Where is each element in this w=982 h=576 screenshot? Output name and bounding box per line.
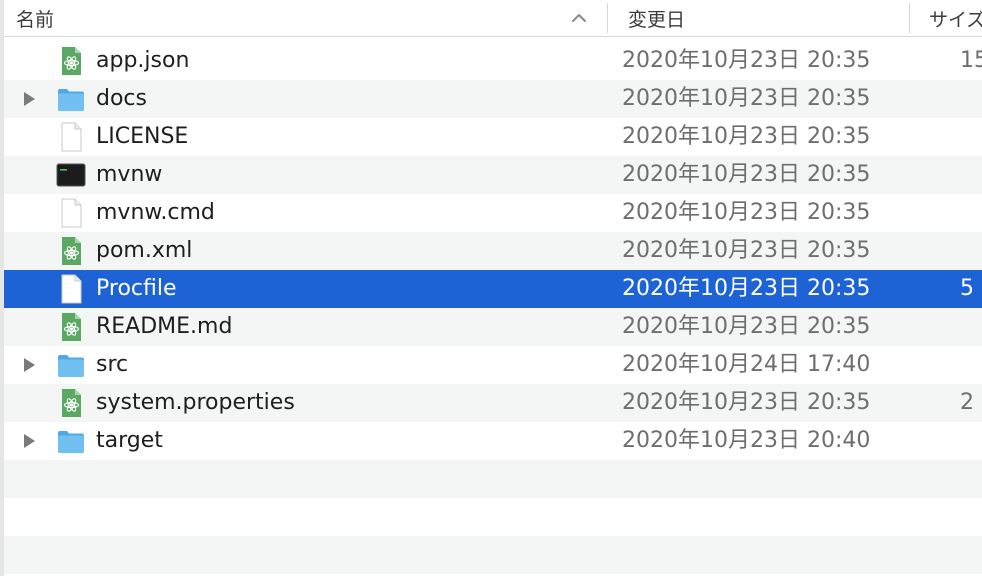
folder-row[interactable]: docs 2020年10月23日 20:35 [4, 80, 982, 118]
blank-document-icon [61, 198, 82, 228]
file-name: pom.xml [96, 238, 193, 263]
atom-file-icon [62, 237, 81, 265]
column-header-date-label: 変更日 [628, 8, 686, 31]
column-header-bar: 名前 変更日 サイズ [4, 0, 982, 37]
folder-row[interactable]: target 2020年10月23日 20:40 [4, 422, 982, 460]
file-name: docs [96, 86, 147, 111]
file-row-selected[interactable]: Procfile 2020年10月23日 20:35 5 [4, 270, 982, 308]
file-date: 2020年10月23日 20:35 [622, 238, 871, 263]
column-header-size-label: サイズ [929, 8, 982, 31]
file-row[interactable]: LICENSE 2020年10月23日 20:35 [4, 118, 982, 156]
file-date: 2020年10月23日 20:35 [622, 48, 871, 73]
file-row[interactable]: mvnw.cmd 2020年10月23日 20:35 [4, 194, 982, 232]
file-date: 2020年10月23日 20:35 [622, 200, 871, 225]
file-list: app.json 2020年10月23日 20:35 15 docs 2020年… [4, 42, 982, 574]
file-size: 5 [960, 276, 974, 301]
terminal-executable-icon [56, 163, 86, 187]
column-header-name[interactable]: 名前 [16, 0, 604, 36]
file-name: mvnw [96, 162, 163, 187]
disclosure-triangle-icon[interactable] [20, 90, 38, 108]
file-date: 2020年10月23日 20:35 [622, 314, 871, 339]
atom-file-icon [62, 47, 81, 75]
column-header-date[interactable]: 変更日 [628, 0, 898, 36]
blank-document-icon [61, 274, 82, 304]
file-date: 2020年10月24日 17:40 [622, 352, 871, 377]
folder-icon [58, 89, 84, 111]
file-size: 2 [960, 390, 974, 415]
folder-icon [58, 431, 84, 453]
column-header-size[interactable]: サイズ [929, 0, 982, 36]
finder-list-view: 名前 変更日 サイズ app.json 2020年10月23日 20:35 1 … [0, 0, 982, 576]
blank-document-icon [61, 122, 82, 152]
file-row[interactable]: README.md 2020年10月23日 20:35 [4, 308, 982, 346]
folder-icon [58, 355, 84, 377]
column-divider[interactable] [607, 3, 608, 33]
disclosure-triangle-icon[interactable] [20, 432, 38, 450]
file-date: 2020年10月23日 20:40 [622, 428, 871, 453]
file-name: README.md [96, 314, 233, 339]
file-name: target [96, 428, 163, 453]
file-date: 2020年10月23日 20:35 [622, 124, 871, 149]
file-name: Procfile [96, 276, 177, 301]
file-date: 2020年10月23日 20:35 [622, 276, 871, 301]
empty-row [4, 498, 982, 536]
atom-file-icon [62, 313, 81, 341]
file-name: mvnw.cmd [96, 200, 215, 225]
file-name: system.properties [96, 390, 295, 415]
sort-ascending-icon[interactable] [570, 9, 588, 27]
file-row[interactable]: system.properties 2020年10月23日 20:35 2 [4, 384, 982, 422]
column-header-name-label: 名前 [16, 8, 55, 31]
file-row[interactable]: mvnw 2020年10月23日 20:35 [4, 156, 982, 194]
file-size: 15 [960, 48, 982, 73]
file-date: 2020年10月23日 20:35 [622, 162, 871, 187]
atom-file-icon [62, 389, 81, 417]
empty-row [4, 460, 982, 498]
folder-row[interactable]: src 2020年10月24日 17:40 [4, 346, 982, 384]
column-divider[interactable] [909, 3, 910, 33]
file-row[interactable]: pom.xml 2020年10月23日 20:35 [4, 232, 982, 270]
file-date: 2020年10月23日 20:35 [622, 86, 871, 111]
file-date: 2020年10月23日 20:35 [622, 390, 871, 415]
disclosure-triangle-icon[interactable] [20, 356, 38, 374]
file-name: app.json [96, 48, 190, 73]
empty-row [4, 536, 982, 574]
file-name: src [96, 352, 129, 377]
file-name: LICENSE [96, 124, 189, 149]
file-row[interactable]: app.json 2020年10月23日 20:35 15 [4, 42, 982, 80]
